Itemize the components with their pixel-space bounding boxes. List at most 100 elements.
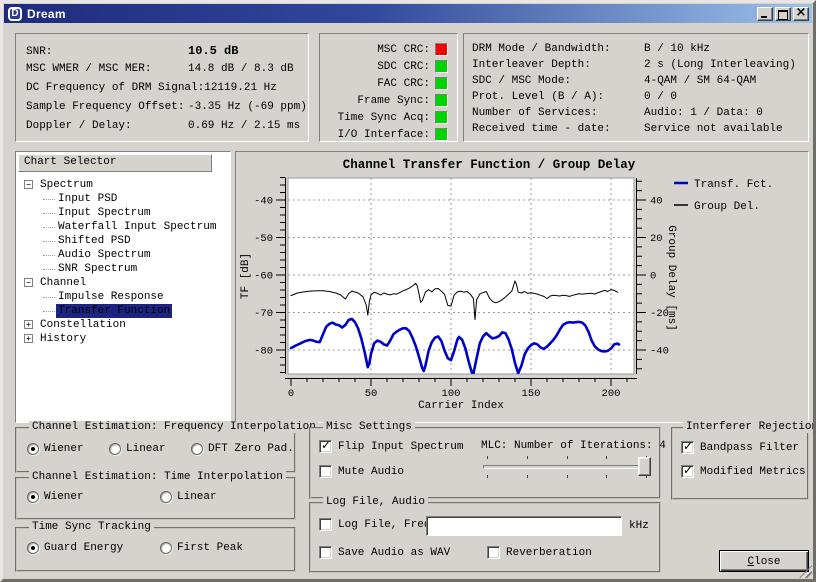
radio-wiener[interactable]: Wiener <box>27 443 84 455</box>
radio-dft-zero-pad-[interactable]: DFT Zero Pad. <box>191 443 294 455</box>
mode-info-label: Number of Services: <box>472 107 644 119</box>
measurement-row: Doppler / Delay:0.69 Hz / 2.15 ms <box>16 118 308 137</box>
svg-text:-70: -70 <box>254 308 273 320</box>
tree-item-label: Audio Spectrum <box>56 248 152 262</box>
dream-window: D Dream SNR:10.5 dB MSC WMER / MSC MER:14… <box>0 0 816 582</box>
svg-text:50: 50 <box>365 388 378 400</box>
mlc-iterations-slider[interactable] <box>483 457 651 476</box>
mode-info-value: Audio: 1 / Data: 0 <box>644 107 763 119</box>
checkbox-icon[interactable] <box>319 440 332 453</box>
tree-item-channel[interactable]: −Channel <box>16 276 230 290</box>
radio-button-icon[interactable] <box>160 491 172 503</box>
status-row: SDC CRC: <box>320 58 457 75</box>
tree-item-input-spectrum[interactable]: Input Spectrum <box>16 206 230 220</box>
svg-text:20: 20 <box>650 233 663 245</box>
minimize-button[interactable] <box>757 7 773 21</box>
tree-item-transfer-function[interactable]: Transfer Function <box>16 304 230 318</box>
radio-wiener[interactable]: Wiener <box>27 491 84 503</box>
mode-info-value: 4-QAM / SM 64-QAM <box>644 75 756 87</box>
collapse-icon[interactable]: − <box>24 278 33 287</box>
radio-label: DFT Zero Pad. <box>208 443 294 455</box>
tree-item-constellation[interactable]: +Constellation <box>16 318 230 332</box>
freq-interpolation-group: Channel Estimation: Frequency Interpolat… <box>15 427 296 473</box>
radio-first-peak[interactable]: First Peak <box>160 542 243 554</box>
tree-item-label: Transfer Function <box>56 304 172 318</box>
mode-info-value: 2 s (Long Interleaving) <box>644 59 796 71</box>
maximize-button[interactable] <box>775 7 791 21</box>
close-window-button[interactable] <box>793 7 809 21</box>
radio-button-icon[interactable] <box>27 542 39 554</box>
radio-linear[interactable]: Linear <box>160 491 217 503</box>
title-bar[interactable]: D Dream <box>4 4 812 23</box>
radio-guard-energy[interactable]: Guard Energy <box>27 542 123 554</box>
svg-text:Carrier Index: Carrier Index <box>418 400 504 412</box>
svg-text:-50: -50 <box>254 233 273 245</box>
radio-button-icon[interactable] <box>27 443 39 455</box>
status-row: FAC CRC: <box>320 75 457 92</box>
radio-label: Linear <box>177 491 217 503</box>
radio-button-icon[interactable] <box>109 443 121 455</box>
status-label: I/O Interface: <box>338 129 430 141</box>
tree-item-snr-spectrum[interactable]: SNR Spectrum <box>16 262 230 276</box>
radio-button-icon[interactable] <box>191 443 203 455</box>
status-row: Frame Sync: <box>320 92 457 109</box>
checkbox-label: Reverberation <box>506 547 592 559</box>
radio-label: Guard Energy <box>44 542 123 554</box>
radio-linear[interactable]: Linear <box>109 443 166 455</box>
tree-item-impulse-response[interactable]: Impulse Response <box>16 290 230 304</box>
measurement-row: MSC WMER / MSC MER:14.8 dB / 8.3 dB <box>16 61 308 80</box>
svg-text:Group Del.: Group Del. <box>694 201 760 213</box>
checkbox-flip-input-spectrum[interactable]: Flip Input Spectrum <box>319 440 463 453</box>
status-label: Time Sync Acq: <box>338 112 430 124</box>
tree-item-label: Channel <box>38 276 88 290</box>
expand-icon[interactable]: + <box>24 334 33 343</box>
svg-text:-80: -80 <box>254 346 273 358</box>
mode-info-value: Service not available <box>644 123 783 135</box>
tree-item-shifted-psd[interactable]: Shifted PSD <box>16 234 230 248</box>
expand-icon[interactable]: + <box>24 320 33 329</box>
checkbox-label: Flip Input Spectrum <box>338 441 463 453</box>
svg-text:0: 0 <box>288 388 294 400</box>
svg-text:TF [dB]: TF [dB] <box>240 253 252 299</box>
chart-selector-header[interactable]: Chart Selector <box>18 154 212 172</box>
status-row: Time Sync Acq: <box>320 109 457 126</box>
app-icon: D <box>8 7 22 21</box>
checkbox-modified-metrics[interactable]: Modified Metrics <box>681 465 806 478</box>
interferer-rejection-group: Interferer Rejection Bandpass FilterModi… <box>671 427 809 500</box>
sync-status-panel: MSC CRC:SDC CRC:FAC CRC:Frame Sync:Time … <box>319 33 458 142</box>
collapse-icon[interactable]: − <box>24 180 33 189</box>
radio-button-icon[interactable] <box>27 491 39 503</box>
slider-handle[interactable] <box>638 457 651 476</box>
checkbox-icon[interactable] <box>681 441 694 454</box>
mode-info-row: SDC / MSC Mode:4-QAM / SM 64-QAM <box>464 75 808 91</box>
tree-item-history[interactable]: +History <box>16 332 230 346</box>
svg-text:Transf. Fct.: Transf. Fct. <box>694 179 773 191</box>
mode-info-label: Interleaver Depth: <box>472 59 644 71</box>
checkbox-icon[interactable] <box>487 546 500 559</box>
close-button[interactable]: Close <box>719 550 809 572</box>
measurement-value: 10.5 dB <box>188 44 238 58</box>
checkbox-icon[interactable] <box>319 518 332 531</box>
status-row: I/O Interface: <box>320 126 457 143</box>
checkbox-icon[interactable] <box>681 465 694 478</box>
misc-settings-group: Misc Settings Flip Input SpectrumMute Au… <box>309 427 661 499</box>
checkbox-save-audio-as-wav[interactable]: Save Audio as WAV <box>319 546 450 559</box>
checkbox-mute-audio[interactable]: Mute Audio <box>319 465 404 478</box>
measurement-label: SNR: <box>26 46 188 58</box>
radio-button-icon[interactable] <box>160 542 172 554</box>
chart-selector-tree: −SpectrumInput PSDInput SpectrumWaterfal… <box>16 178 230 422</box>
checkbox-icon[interactable] <box>319 546 332 559</box>
checkbox-bandpass-filter[interactable]: Bandpass Filter <box>681 441 799 454</box>
status-led-red <box>435 43 448 56</box>
log-frequency-input[interactable] <box>426 516 622 536</box>
tree-item-spectrum[interactable]: −Spectrum <box>16 178 230 192</box>
radio-label: First Peak <box>177 542 243 554</box>
tree-item-input-psd[interactable]: Input PSD <box>16 192 230 206</box>
measurement-label: MSC WMER / MSC MER: <box>26 63 188 75</box>
measurements-panel: SNR:10.5 dB MSC WMER / MSC MER:14.8 dB / … <box>15 33 309 142</box>
checkbox-icon[interactable] <box>319 465 332 478</box>
tree-item-audio-spectrum[interactable]: Audio Spectrum <box>16 248 230 262</box>
checkbox-reverberation[interactable]: Reverberation <box>487 546 592 559</box>
checkbox-log-file-freq-[interactable]: Log File, Freq: <box>319 518 437 531</box>
tree-item-waterfall-input-spectrum[interactable]: Waterfall Input Spectrum <box>16 220 230 234</box>
